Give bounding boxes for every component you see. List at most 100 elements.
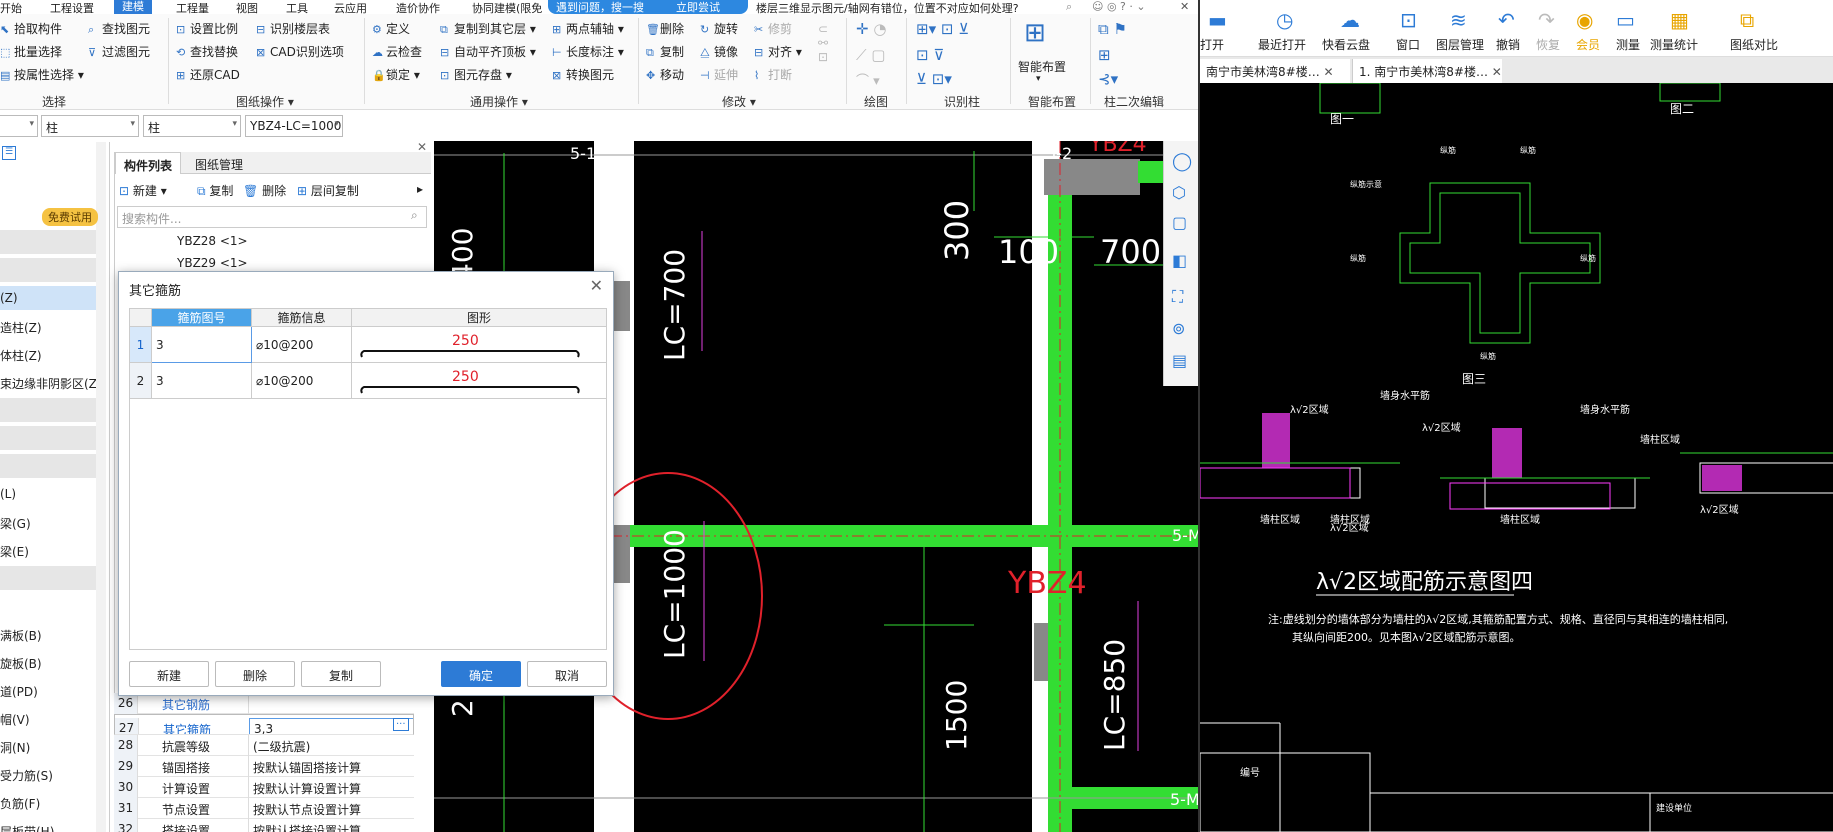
prop-row[interactable]: 31 节点设置 按默认节点设置计算 bbox=[114, 798, 414, 819]
set-scale-button[interactable]: ⊡ 设置比例 bbox=[176, 20, 238, 37]
fit-view-icon[interactable]: ⛶ bbox=[1172, 287, 1183, 307]
nav-item[interactable]: 体柱(Z) bbox=[0, 342, 96, 366]
nav-item[interactable]: 造柱(Z) bbox=[0, 314, 96, 338]
copy-to-other-floor-button[interactable]: ⧉ 复制到其它层 ▾ bbox=[440, 20, 536, 37]
redo-button[interactable]: 恢复 bbox=[1536, 36, 1560, 53]
nav-item[interactable]: 层板带(H) bbox=[0, 818, 96, 832]
3d-box-icon[interactable]: ⬡ bbox=[1172, 183, 1186, 202]
find-element-button[interactable]: ⌕ 查找图元 bbox=[88, 20, 150, 37]
copy-button[interactable]: ⧉ 复制 bbox=[646, 43, 684, 60]
identify-col-icons-3[interactable]: ⊻ ⊡▾ bbox=[916, 70, 952, 88]
drawing-tab-active[interactable]: 南宁市美林湾8#楼… ✕ bbox=[1200, 59, 1350, 83]
search-icon[interactable]: ⌕ bbox=[1066, 0, 1072, 14]
nav-item[interactable]: 洞(N) bbox=[0, 734, 96, 758]
draw-line-icon[interactable]: ⟋ ▢ bbox=[856, 46, 885, 64]
nav-item[interactable]: 负筋(F) bbox=[0, 790, 96, 814]
dialog-close-icon[interactable]: ✕ bbox=[590, 276, 603, 295]
close-icon[interactable]: ✕ bbox=[1180, 0, 1189, 13]
recent-open-button[interactable]: 最近打开 bbox=[1258, 36, 1306, 53]
table-row[interactable]: 2 3 ⌀10@200 250 bbox=[129, 362, 607, 399]
compare-icon[interactable]: ⧉ bbox=[1740, 8, 1754, 32]
help-icons[interactable]: ☺ ◎ ? · ⌄ bbox=[1092, 0, 1146, 13]
properties-view-icon[interactable]: ▤ bbox=[1172, 351, 1187, 370]
window-button[interactable]: 窗口 bbox=[1396, 36, 1420, 53]
window-icon[interactable]: ⊡ bbox=[1400, 8, 1417, 32]
smart-layout-icon[interactable]: ⊞ bbox=[1024, 18, 1046, 48]
rotate-button[interactable]: ↻ 旋转 bbox=[700, 20, 738, 37]
measure-stats-button[interactable]: 测量统计 bbox=[1650, 36, 1698, 53]
new-component-button[interactable]: ⊡ 新建 ▾ bbox=[119, 182, 167, 199]
try-now-link[interactable]: 立即尝试 bbox=[676, 0, 720, 15]
col-edit-icons-3[interactable]: ⊰▾ bbox=[1098, 70, 1118, 88]
pick-component-button[interactable]: ⬉ 拾取构件 bbox=[0, 20, 62, 37]
measure-stats-icon[interactable]: ▦ bbox=[1670, 8, 1689, 32]
prop-row[interactable]: 28 抗震等级 (二级抗震) bbox=[114, 735, 414, 756]
shape-cell[interactable]: 250 bbox=[351, 362, 607, 399]
undo-button[interactable]: 撤销 bbox=[1496, 36, 1520, 53]
redo-icon[interactable]: ↷ bbox=[1538, 8, 1555, 32]
drawing-tab[interactable]: 1. 南宁市美林湾8#楼… ✕ bbox=[1352, 59, 1502, 83]
category-select[interactable]: 柱 ▾ bbox=[41, 115, 139, 137]
col-edit-icons[interactable]: ⧉ ⚑ bbox=[1098, 20, 1127, 38]
prop-row[interactable]: 30 计算设置 按默认计算设置计算 bbox=[114, 777, 414, 798]
col-header-shape[interactable]: 图形 bbox=[351, 308, 607, 327]
cloud-disk-button[interactable]: 快看云盘 bbox=[1322, 36, 1370, 53]
floor-copy-button[interactable]: ⊞ 层间复制 bbox=[297, 182, 359, 199]
nav-item[interactable]: 梁(G) bbox=[0, 510, 96, 534]
mirror-button[interactable]: ⧋ 镜像 bbox=[700, 43, 738, 60]
break-button[interactable]: ⌇ 打断 bbox=[754, 66, 792, 83]
cloud-icon[interactable]: ☁ bbox=[1340, 8, 1360, 32]
3d-view-icon[interactable]: ◯ bbox=[1172, 151, 1192, 172]
nav-item[interactable]: (L) bbox=[0, 482, 96, 506]
component-search-input[interactable]: 搜索构件... bbox=[117, 206, 427, 228]
delete-button[interactable]: 删除 bbox=[215, 661, 295, 687]
cube-icon[interactable]: ▢ bbox=[1172, 213, 1187, 232]
copy-component-button[interactable]: ⧉ 复制 bbox=[197, 182, 233, 199]
notice-banner[interactable]: 遇到问题，搜一搜 立即尝试 bbox=[548, 0, 748, 14]
ok-button[interactable]: 确定 bbox=[441, 661, 521, 687]
member-button[interactable]: 会员 bbox=[1576, 36, 1600, 53]
free-trial-badge[interactable]: 免费试用 bbox=[42, 208, 98, 226]
type-select[interactable]: 柱 ▾ bbox=[143, 115, 241, 137]
undo-icon[interactable]: ↶ bbox=[1498, 8, 1515, 32]
view-target-icon[interactable]: ⊚ bbox=[1172, 319, 1185, 338]
menu-modeling[interactable]: 建模 bbox=[114, 0, 152, 14]
stirrup-no-cell[interactable]: 3 bbox=[151, 362, 252, 399]
find-replace-button[interactable]: ⟲ 查找替换 bbox=[176, 43, 238, 60]
layers-icon[interactable]: ≋ bbox=[1450, 8, 1467, 32]
trim-button[interactable]: ✂ 修剪 bbox=[754, 20, 792, 37]
cube-fill-icon[interactable]: ◧ bbox=[1172, 251, 1187, 270]
extend-button[interactable]: ⊣ 延伸 bbox=[700, 66, 738, 83]
nav-item[interactable]: 受力筋(S) bbox=[0, 762, 96, 786]
nav-item[interactable]: 帽(V) bbox=[0, 706, 96, 730]
col-header-stirrup-no[interactable]: 箍筋图号 bbox=[151, 308, 252, 327]
nav-item[interactable]: 旋板(B) bbox=[0, 650, 96, 674]
search-icon[interactable]: ⌕ bbox=[411, 208, 418, 223]
stirrup-info-cell[interactable]: ⌀10@200 bbox=[251, 362, 352, 399]
lock-button[interactable]: 🔒锁定 ▾ bbox=[372, 66, 420, 83]
stirrup-no-cell[interactable]: 3 bbox=[151, 326, 252, 363]
prop-row[interactable]: 32 搭接设置 按默认搭接设置计算 bbox=[114, 819, 414, 832]
drawing-compare-button[interactable]: 图纸对比 bbox=[1730, 36, 1778, 53]
tab-drawing-management[interactable]: 图纸管理 bbox=[187, 152, 251, 174]
identify-floor-table-button[interactable]: ⊟ 识别楼层表 bbox=[256, 20, 330, 37]
identify-col-icons-2[interactable]: ⊡ ⊽ bbox=[916, 46, 944, 64]
draw-point-icon[interactable]: ✛ ◔ bbox=[856, 20, 886, 38]
nav-item[interactable]: 梁(E) bbox=[0, 538, 96, 562]
viewer-drawing[interactable]: 图一 图二 纵筋示意 纵筋 纵筋 纵筋 纵筋 纵筋 图三 墙身水平筋 墙柱区域 … bbox=[1200, 82, 1833, 832]
smart-dropdown-icon[interactable]: ▾ bbox=[1036, 74, 1041, 84]
new-button[interactable]: 新建 bbox=[129, 661, 209, 687]
stirrup-info-cell[interactable]: ⌀10@200 bbox=[251, 326, 352, 363]
panel-close-icon[interactable]: ✕ bbox=[417, 140, 427, 154]
element-save-button[interactable]: ⊡ 图元存盘 ▾ bbox=[440, 66, 512, 83]
list-item[interactable]: YBZ28 <1> bbox=[177, 234, 248, 248]
length-dimension-button[interactable]: ⊢ 长度标注 ▾ bbox=[552, 43, 624, 60]
identify-col-icons[interactable]: ⊞▾ ⊡ ⊻ bbox=[916, 20, 969, 38]
prop-row[interactable]: 26 其它钢筋 bbox=[114, 693, 414, 714]
nav-item[interactable]: 满板(B) bbox=[0, 622, 96, 646]
prop-row[interactable]: 29 锚固搭接 按默认锚固搭接计算 bbox=[114, 756, 414, 777]
layer-manage-button[interactable]: 图层管理 bbox=[1436, 36, 1484, 53]
nav-item[interactable]: 束边缘非阴影区(Z bbox=[0, 370, 96, 394]
align-button[interactable]: ⊟ 对齐 ▾ bbox=[754, 43, 802, 60]
open-button[interactable]: 打开 bbox=[1200, 36, 1224, 53]
